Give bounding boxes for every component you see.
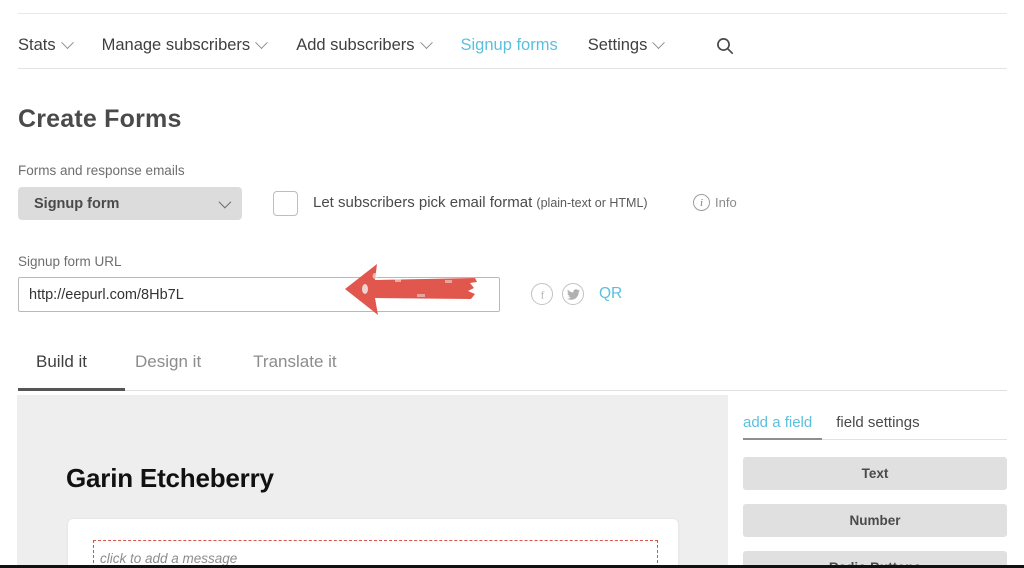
- email-format-checkbox[interactable]: [273, 191, 298, 216]
- chevron-down-icon: [652, 36, 666, 50]
- nav-divider: [18, 68, 1007, 69]
- nav-item-label: Manage subscribers: [101, 36, 251, 54]
- forms-section-label: Forms and response emails: [18, 163, 185, 178]
- nav-item-add-subscribers[interactable]: Add subscribers: [296, 36, 433, 55]
- search-icon: [717, 37, 734, 54]
- tab-add-a-field[interactable]: add a field: [743, 414, 812, 431]
- tab-design-it[interactable]: Design it: [109, 352, 227, 384]
- form-preview-pane: Garin Etcheberry click to add a message: [17, 395, 728, 568]
- form-preview-card: click to add a message: [68, 519, 678, 568]
- fields-panel-tabs: add a field field settings: [743, 414, 920, 431]
- form-builder: Garin Etcheberry click to add a message …: [17, 395, 1007, 568]
- nav-item-stats[interactable]: Stats: [18, 36, 74, 55]
- share-icons: f QR: [531, 283, 622, 305]
- page-title: Create Forms: [18, 105, 182, 133]
- tab-build-it[interactable]: Build it: [18, 352, 109, 384]
- form-preview-title[interactable]: Garin Etcheberry: [66, 463, 274, 494]
- nav-item-signup-forms[interactable]: Signup forms: [461, 36, 558, 55]
- info-button[interactable]: i Info: [693, 194, 737, 211]
- signup-url-input[interactable]: http://eepurl.com/8Hb7L: [18, 277, 500, 312]
- chevron-down-icon: [419, 36, 433, 50]
- form-type-select[interactable]: Signup form: [18, 187, 242, 220]
- info-icon: i: [693, 194, 710, 211]
- message-placeholder-text: click to add a message: [100, 551, 238, 566]
- info-label: Info: [715, 195, 737, 210]
- fields-active-tab-underline: [743, 438, 822, 440]
- signup-forms-page: Stats Manage subscribers Add subscribers…: [0, 0, 1024, 568]
- add-field-number-button[interactable]: Number: [743, 504, 1007, 537]
- twitter-icon[interactable]: [562, 283, 584, 305]
- tabs-divider: [18, 390, 1007, 391]
- form-type-select-value: Signup form: [34, 195, 120, 212]
- nav-item-label: Signup forms: [460, 36, 558, 54]
- email-format-label: Let subscribers pick email format (plain…: [313, 194, 648, 211]
- search-button[interactable]: [715, 36, 735, 56]
- svg-text:f: f: [540, 289, 544, 301]
- chevron-down-icon: [60, 36, 74, 50]
- chevron-down-icon: [255, 36, 269, 50]
- signup-url-label: Signup form URL: [18, 254, 122, 269]
- tab-translate-it[interactable]: Translate it: [227, 352, 362, 384]
- email-format-label-main: Let subscribers pick email format: [313, 194, 533, 211]
- builder-tabs: Build it Design it Translate it: [18, 352, 1007, 394]
- nav-item-label: Add subscribers: [296, 36, 415, 54]
- message-placeholder-box[interactable]: click to add a message: [93, 540, 658, 568]
- active-tab-underline: [18, 388, 125, 391]
- fields-panel: add a field field settings Text Number R…: [728, 395, 1007, 568]
- email-format-label-small: (plain-text or HTML): [536, 196, 648, 210]
- qr-link[interactable]: QR: [599, 285, 622, 303]
- tab-field-settings[interactable]: field settings: [836, 414, 919, 431]
- top-divider: [18, 13, 1007, 14]
- nav-item-manage-subscribers[interactable]: Manage subscribers: [101, 36, 269, 55]
- nav-item-label: Stats: [18, 36, 56, 54]
- chevron-down-icon: [218, 195, 232, 209]
- facebook-icon[interactable]: f: [531, 283, 553, 305]
- main-navigation: Stats Manage subscribers Add subscribers…: [0, 22, 1024, 69]
- add-field-text-button[interactable]: Text: [743, 457, 1007, 490]
- nav-item-settings[interactable]: Settings: [587, 36, 666, 55]
- nav-item-label: Settings: [587, 36, 648, 54]
